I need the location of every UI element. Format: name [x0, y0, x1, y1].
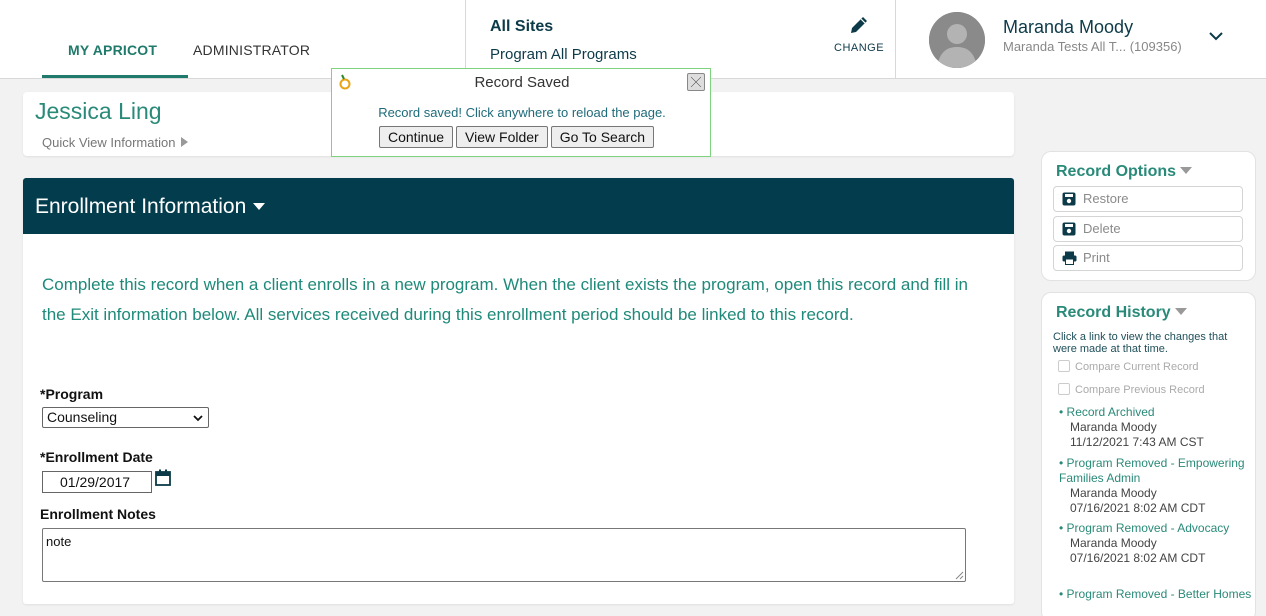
restore-label: Restore [1083, 191, 1129, 206]
calendar-icon[interactable] [155, 469, 171, 491]
delete-label: Delete [1083, 221, 1121, 236]
history-entry-user: Maranda Moody [1070, 486, 1157, 500]
history-entry: • Record Archived Maranda Moody 11/12/20… [1059, 405, 1254, 450]
checkbox-icon [1058, 383, 1070, 395]
history-entry-link[interactable]: • Program Removed - Empowering Families … [1059, 456, 1254, 486]
avatar[interactable] [929, 12, 985, 68]
tab-administrator[interactable]: ADMINISTRATOR [193, 42, 310, 58]
history-entry: • Program Removed - Advocacy Maranda Moo… [1059, 521, 1254, 566]
record-saved-dialog: Record Saved Record saved! Click anywher… [331, 68, 711, 157]
user-id: (109356) [1129, 39, 1182, 54]
enrollment-notes-label: Enrollment Notes [40, 506, 156, 522]
history-hint: Click a link to view the changes that we… [1053, 331, 1228, 355]
program-filter: Program All Programs [490, 46, 637, 63]
triangle-right-icon [181, 137, 189, 147]
program-label: *Program [40, 386, 104, 402]
panel-title: Enrollment Information [35, 195, 266, 219]
history-entry-time: 11/12/2021 7:43 AM CST [1070, 435, 1204, 449]
view-folder-button[interactable]: View Folder [456, 126, 548, 148]
user-org-name: Maranda Tests All T... [1003, 39, 1127, 54]
chevron-down-icon [193, 415, 203, 422]
intro-text: Complete this record when a client enrol… [42, 275, 969, 324]
print-button[interactable]: Print [1053, 245, 1243, 271]
restore-button[interactable]: Restore [1053, 186, 1243, 212]
tab-my-apricot[interactable]: MY APRICOT [42, 42, 188, 78]
history-entry-link[interactable]: • Program Removed - Better Homes [1059, 587, 1254, 602]
print-icon [1062, 251, 1077, 265]
compare-current-checkbox[interactable]: Compare Current Record [1058, 360, 1199, 373]
caret-down-icon [1174, 308, 1187, 315]
quick-view-toggle[interactable]: Quick View Information [42, 135, 189, 150]
history-entry-link[interactable]: • Record Archived [1059, 405, 1254, 420]
dialog-title: Record Saved [474, 74, 570, 91]
delete-button[interactable]: Delete [1053, 216, 1243, 242]
user-menu-chevron-icon[interactable] [1208, 28, 1224, 49]
history-entry-time: 07/16/2021 8:02 AM CDT [1070, 551, 1206, 565]
client-name: Jessica Ling [35, 98, 162, 124]
close-icon[interactable] [687, 73, 705, 91]
history-entry-user: Maranda Moody [1070, 536, 1157, 550]
print-label: Print [1083, 250, 1110, 265]
continue-button[interactable]: Continue [379, 126, 454, 148]
enrollment-date-input[interactable]: 01/29/2017 [42, 471, 152, 493]
record-options-card: Record Options Restore Delete Print [1041, 151, 1256, 281]
panel-header[interactable]: Enrollment Information [23, 178, 1014, 234]
pencil-icon [851, 17, 867, 33]
dialog-message: Record saved! Click anywhere to reload t… [378, 105, 666, 120]
caret-down-icon [1180, 167, 1193, 174]
user-org: Maranda Tests All T... (109356) [1003, 39, 1182, 54]
compare-previous-checkbox[interactable]: Compare Previous Record [1058, 383, 1205, 396]
history-entry: • Program Removed - Empowering Families … [1059, 456, 1254, 516]
save-icon [1062, 222, 1076, 236]
program-select-value: Counseling [47, 409, 118, 425]
history-entry-user: Maranda Moody [1070, 420, 1157, 434]
resize-grip-icon[interactable] [955, 571, 964, 580]
change-button[interactable]: CHANGE [834, 14, 884, 54]
user-name: Maranda Moody [1003, 17, 1134, 37]
go-to-search-button[interactable]: Go To Search [550, 126, 655, 148]
site-selector: All Sites Program All Programs CHANGE [465, 0, 896, 78]
change-label: CHANGE [834, 42, 885, 54]
history-entry: • Program Removed - Better Homes [1059, 587, 1254, 602]
enrollment-date-label: *Enrollment Date [40, 449, 153, 465]
record-history-title[interactable]: Record History [1056, 304, 1187, 322]
user-silhouette-icon [929, 12, 985, 68]
enrollment-panel: Enrollment Information Complete this rec… [23, 178, 1014, 604]
save-icon [1062, 192, 1076, 206]
enrollment-notes-value: note [46, 534, 72, 549]
record-options-title[interactable]: Record Options [1056, 163, 1193, 181]
history-entry-link[interactable]: • Program Removed - Advocacy [1059, 521, 1254, 536]
checkbox-icon [1058, 360, 1070, 372]
dialog-button-row: Continue View Folder Go To Search [379, 126, 655, 148]
history-entry-time: 07/16/2021 8:02 AM CDT [1070, 501, 1206, 515]
enrollment-notes-textarea[interactable]: note [42, 528, 966, 582]
program-select[interactable]: Counseling [42, 407, 209, 428]
record-history-card: Record History Click a link to view the … [1041, 292, 1256, 616]
quick-view-label: Quick View Information [42, 135, 176, 150]
site-title: All Sites [490, 18, 554, 35]
caret-down-icon [253, 203, 266, 210]
